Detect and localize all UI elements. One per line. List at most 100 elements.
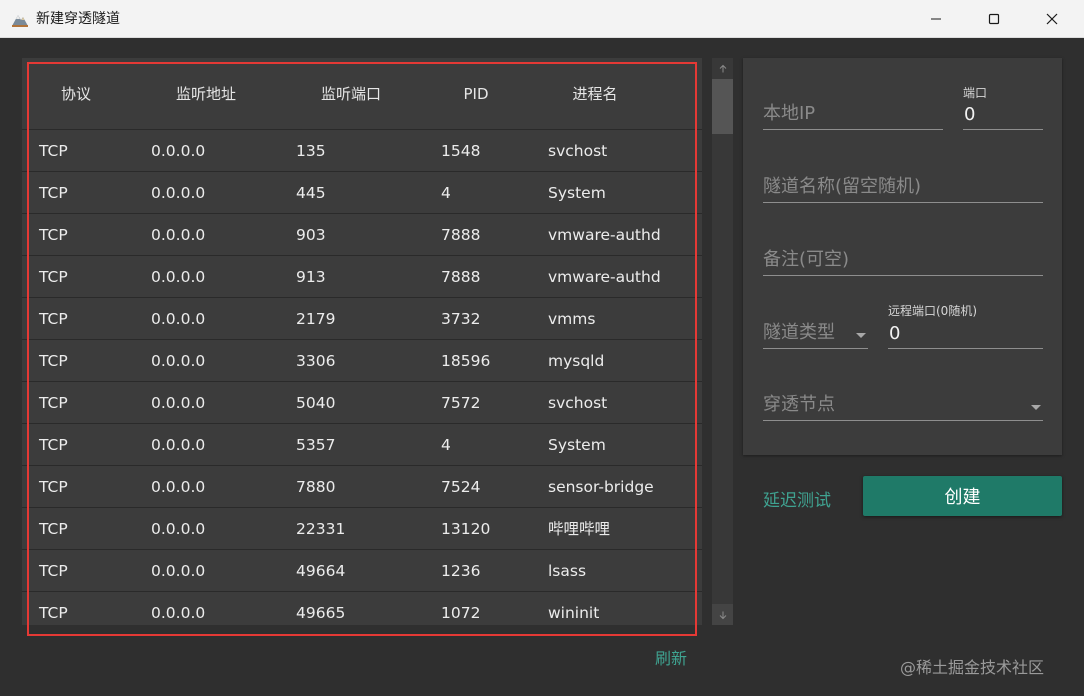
cell-protocol: TCP: [39, 268, 68, 286]
cell-process-name: 哔哩哔哩: [548, 520, 611, 538]
table-row[interactable]: TCP 0.0.0.0 913 7888 vmware-authd: [22, 256, 702, 298]
port-value: 0: [964, 104, 976, 125]
tunnel-name-field[interactable]: 隧道名称(留空随机): [763, 162, 1043, 203]
remote-port-value: 0: [889, 323, 901, 344]
cell-listen-port: 913: [296, 268, 326, 286]
cell-protocol: TCP: [39, 352, 68, 370]
close-button[interactable]: [1024, 0, 1080, 38]
cell-listen-address: 0.0.0.0: [151, 184, 206, 202]
cell-process-name: System: [548, 184, 606, 202]
create-button[interactable]: 创建: [863, 476, 1062, 516]
maximize-button[interactable]: [966, 0, 1022, 38]
cell-protocol: TCP: [39, 226, 68, 244]
cell-listen-port: 22331: [296, 520, 346, 538]
table-row[interactable]: TCP 0.0.0.0 5357 4 System: [22, 424, 702, 466]
column-header-listen-port[interactable]: 监听端口: [296, 58, 406, 130]
cell-listen-address: 0.0.0.0: [151, 142, 206, 160]
local-ip-field[interactable]: 本地IP: [763, 88, 943, 130]
port-field[interactable]: 端口 0: [963, 84, 1043, 130]
port-label: 端口: [963, 86, 988, 100]
cell-listen-address: 0.0.0.0: [151, 268, 206, 286]
column-header-listen-address[interactable]: 监听地址: [151, 58, 261, 130]
scroll-thumb[interactable]: [712, 79, 733, 134]
remote-port-field[interactable]: 远程端口(0随机) 0: [888, 302, 1043, 349]
window-title: 新建穿透隧道: [36, 11, 120, 27]
cell-pid: 7572: [441, 394, 481, 412]
cell-listen-port: 49664: [296, 562, 346, 580]
cell-pid: 3732: [441, 310, 481, 328]
cell-pid: 18596: [441, 352, 491, 370]
table-row[interactable]: TCP 0.0.0.0 3306 18596 mysqld: [22, 340, 702, 382]
cell-pid: 7888: [441, 268, 481, 286]
cell-listen-address: 0.0.0.0: [151, 562, 206, 580]
note-field[interactable]: 备注(可空): [763, 235, 1043, 276]
tunnel-form: 本地IP 端口 0 隧道名称(留空随机) 备注(可空) 隧道类型 远程端口(0随…: [743, 58, 1062, 455]
cell-pid: 1072: [441, 604, 481, 622]
cell-protocol: TCP: [39, 478, 68, 496]
table-row[interactable]: TCP 0.0.0.0 49664 1236 lsass: [22, 550, 702, 592]
cell-listen-port: 903: [296, 226, 326, 244]
cell-listen-address: 0.0.0.0: [151, 226, 206, 244]
latency-test-link[interactable]: 延迟测试: [763, 486, 831, 511]
cell-process-name: lsass: [548, 562, 587, 580]
cell-listen-port: 49665: [296, 604, 346, 622]
cell-process-name: vmware-authd: [548, 226, 661, 244]
table-scrollbar[interactable]: [712, 58, 733, 625]
cell-process-name: vmware-authd: [548, 268, 661, 286]
remote-port-label: 远程端口(0随机): [888, 304, 977, 318]
cell-protocol: TCP: [39, 310, 68, 328]
table-row[interactable]: TCP 0.0.0.0 903 7888 vmware-authd: [22, 214, 702, 256]
cell-listen-address: 0.0.0.0: [151, 478, 206, 496]
cell-listen-address: 0.0.0.0: [151, 352, 206, 370]
table-row[interactable]: TCP 0.0.0.0 22331 13120 哔哩哔哩: [22, 508, 702, 550]
cell-process-name: sensor-bridge: [548, 478, 654, 496]
node-select[interactable]: 穿透节点: [763, 380, 1043, 421]
tunnel-type-placeholder: 隧道类型: [763, 322, 835, 343]
table-row[interactable]: TCP 0.0.0.0 445 4 System: [22, 172, 702, 214]
cell-protocol: TCP: [39, 520, 68, 538]
tunnel-type-select[interactable]: 隧道类型: [763, 308, 868, 349]
cell-listen-address: 0.0.0.0: [151, 436, 206, 454]
cell-protocol: TCP: [39, 184, 68, 202]
table-row[interactable]: TCP 0.0.0.0 135 1548 svchost: [22, 130, 702, 172]
table-header: 协议 监听地址 监听端口 PID 进程名: [22, 58, 702, 130]
table-row[interactable]: TCP 0.0.0.0 7880 7524 sensor-bridge: [22, 466, 702, 508]
maximize-icon: [988, 13, 1000, 25]
cell-listen-port: 445: [296, 184, 326, 202]
cell-process-name: vmms: [548, 310, 596, 328]
cell-listen-address: 0.0.0.0: [151, 310, 206, 328]
cell-listen-address: 0.0.0.0: [151, 394, 206, 412]
cell-pid: 7888: [441, 226, 481, 244]
scroll-up-button[interactable]: [712, 58, 733, 79]
cell-pid: 7524: [441, 478, 481, 496]
cell-listen-port: 5357: [296, 436, 336, 454]
arrow-up-icon: [719, 64, 726, 72]
table-row[interactable]: TCP 0.0.0.0 2179 3732 vmms: [22, 298, 702, 340]
cell-pid: 13120: [441, 520, 491, 538]
node-placeholder: 穿透节点: [763, 394, 835, 415]
scroll-down-button[interactable]: [712, 604, 733, 625]
table-row[interactable]: TCP 0.0.0.0 49665 1072 wininit: [22, 592, 702, 625]
cell-pid: 1548: [441, 142, 481, 160]
cell-protocol: TCP: [39, 562, 68, 580]
port-table: 协议 监听地址 监听端口 PID 进程名 TCP 0.0.0.0 135 154…: [22, 58, 702, 625]
dropdown-arrow-icon: [856, 333, 866, 338]
cell-process-name: svchost: [548, 394, 608, 412]
column-header-process-name[interactable]: 进程名: [548, 58, 642, 130]
cell-listen-port: 2179: [296, 310, 336, 328]
refresh-link[interactable]: 刷新: [655, 645, 687, 669]
table-row[interactable]: TCP 0.0.0.0 5040 7572 svchost: [22, 382, 702, 424]
cell-pid: 4: [441, 184, 451, 202]
cell-listen-port: 7880: [296, 478, 336, 496]
cell-listen-address: 0.0.0.0: [151, 604, 206, 622]
column-header-protocol[interactable]: 协议: [39, 58, 113, 130]
close-icon: [1046, 13, 1058, 25]
dropdown-arrow-icon: [1031, 405, 1041, 410]
column-header-pid[interactable]: PID: [441, 58, 511, 130]
cell-pid: 4: [441, 436, 451, 454]
watermark-text: @稀土掘金技术社区: [900, 658, 1045, 677]
cell-process-name: wininit: [548, 604, 600, 622]
minimize-button[interactable]: [908, 0, 964, 38]
cell-protocol: TCP: [39, 394, 68, 412]
cell-pid: 1236: [441, 562, 481, 580]
